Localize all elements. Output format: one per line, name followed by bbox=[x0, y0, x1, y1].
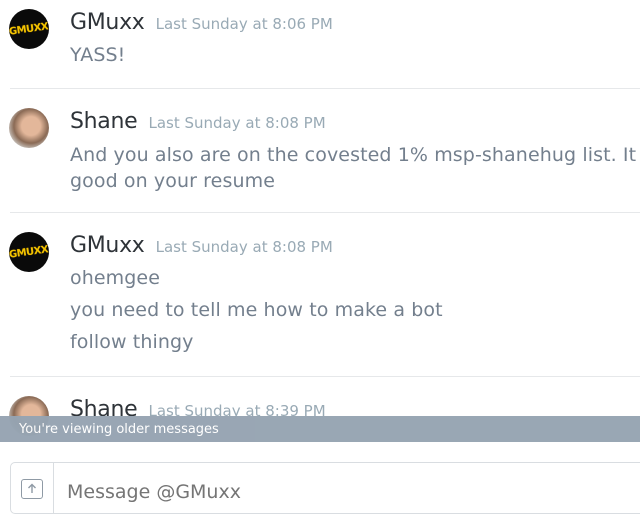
upload-button[interactable] bbox=[11, 463, 54, 513]
message-text: follow thingy bbox=[70, 331, 194, 353]
message-text: YASS! bbox=[70, 44, 126, 66]
message-input[interactable] bbox=[65, 480, 569, 504]
username[interactable]: GMuxx bbox=[70, 10, 145, 35]
message-divider bbox=[10, 88, 640, 89]
message-header: GMuxx Last Sunday at 8:06 PM bbox=[70, 10, 333, 35]
upload-icon bbox=[21, 479, 43, 499]
message-list[interactable]: GMUXX GMuxx Last Sunday at 8:06 PM YASS!… bbox=[0, 0, 640, 514]
avatar-logo-text: GMUXX bbox=[9, 243, 49, 261]
avatar[interactable]: GMUXX bbox=[9, 232, 49, 272]
avatar-logo-text: GMUXX bbox=[9, 20, 49, 38]
username[interactable]: GMuxx bbox=[70, 233, 145, 258]
username[interactable]: Shane bbox=[70, 109, 138, 134]
message-header: Shane Last Sunday at 8:08 PM bbox=[70, 109, 326, 134]
message-divider bbox=[10, 212, 640, 213]
message-divider bbox=[10, 376, 640, 377]
older-messages-bar[interactable]: You're viewing older messages bbox=[0, 416, 640, 442]
timestamp: Last Sunday at 8:06 PM bbox=[155, 15, 333, 33]
message-text: good on your resume bbox=[70, 170, 275, 192]
message-composer bbox=[10, 462, 640, 514]
message-text: ohemgee bbox=[70, 267, 161, 289]
avatar[interactable] bbox=[9, 108, 49, 148]
timestamp: Last Sunday at 8:08 PM bbox=[155, 238, 333, 256]
message-text: you need to tell me how to make a bot bbox=[70, 299, 443, 321]
avatar[interactable]: GMUXX bbox=[9, 9, 49, 49]
timestamp: Last Sunday at 8:08 PM bbox=[148, 114, 326, 132]
message-text: And you also are on the covested 1% msp-… bbox=[70, 144, 637, 166]
older-messages-label: You're viewing older messages bbox=[19, 421, 219, 437]
message-header: GMuxx Last Sunday at 8:08 PM bbox=[70, 233, 333, 258]
